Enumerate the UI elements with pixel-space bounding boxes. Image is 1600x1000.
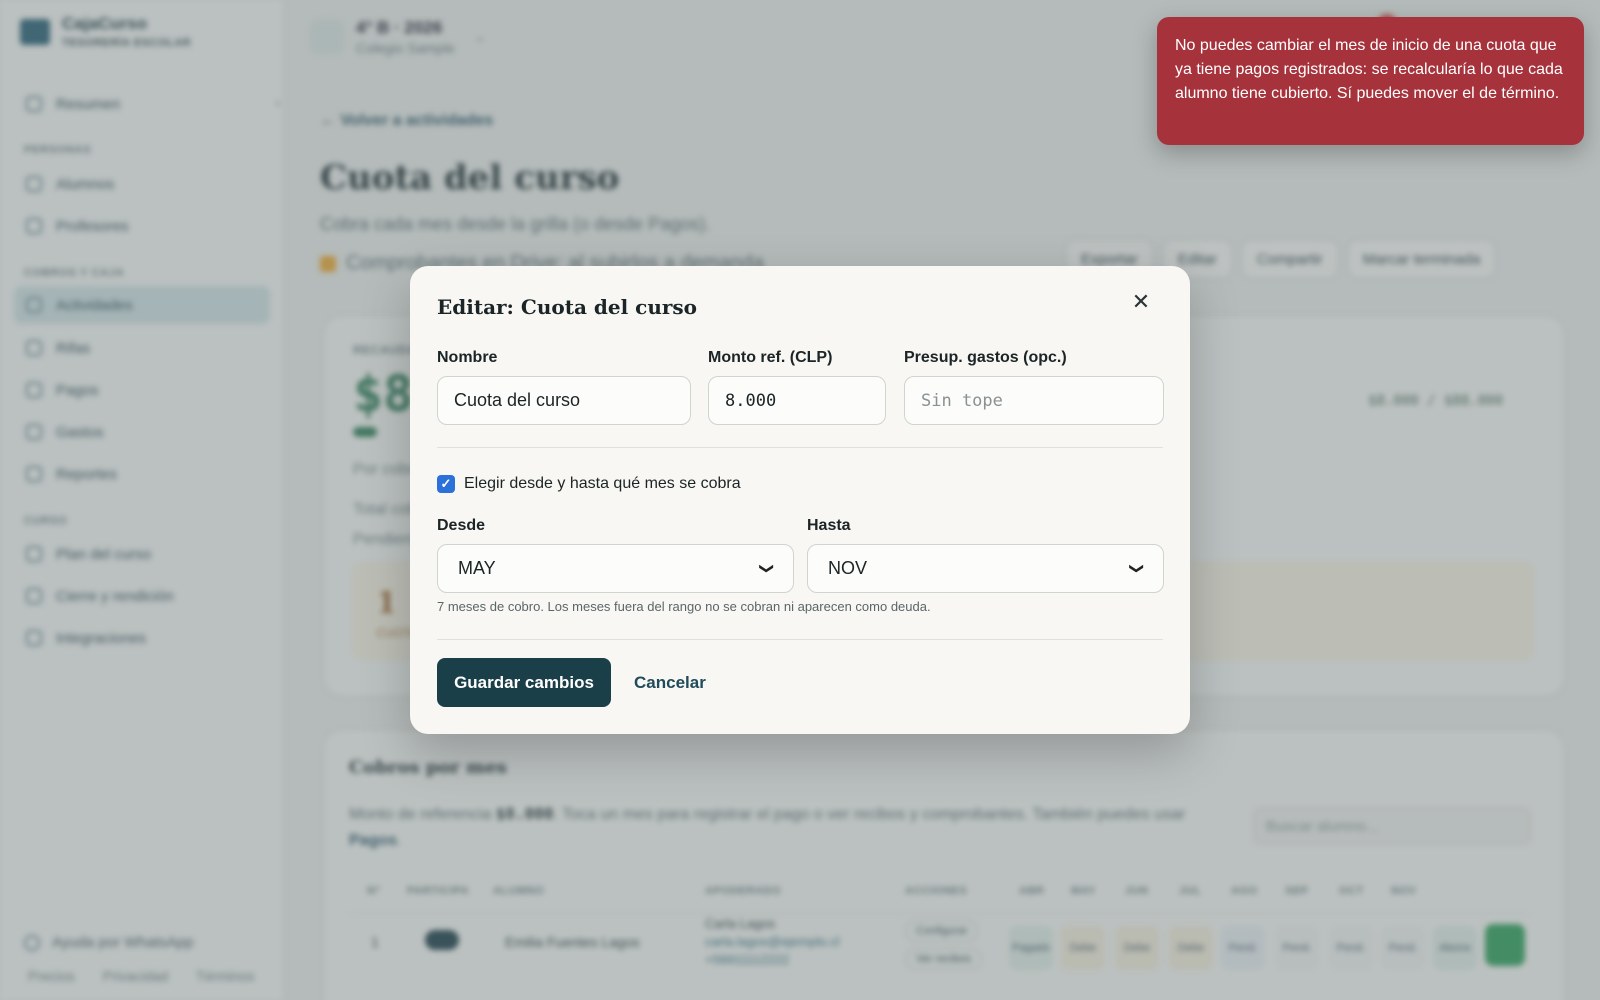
- modal-title: Editar: Cuota del curso: [437, 295, 697, 319]
- chevron-down-icon: ❯: [1129, 562, 1146, 575]
- chevron-down-icon: ❯: [759, 562, 776, 575]
- name-input[interactable]: [437, 376, 691, 425]
- error-toast: No puedes cambiar el mes de inicio de un…: [1157, 17, 1584, 145]
- from-month-select[interactable]: MAY ❯: [437, 544, 794, 593]
- divider: [437, 447, 1163, 448]
- budget-label: Presup. gastos (opc.): [904, 349, 1067, 366]
- cancel-button[interactable]: Cancelar: [618, 658, 722, 707]
- amount-input[interactable]: [708, 376, 886, 425]
- range-hint: 7 meses de cobro. Los meses fuera del ra…: [437, 599, 931, 614]
- month-range-checkbox-row[interactable]: ✓ Elegir desde y hasta qué mes se cobra: [437, 475, 741, 493]
- to-month-select[interactable]: NOV ❯: [807, 544, 1164, 593]
- from-label: Desde: [437, 517, 486, 534]
- amount-label: Monto ref. (CLP): [708, 349, 833, 366]
- close-icon[interactable]: ✕: [1125, 286, 1157, 318]
- name-label: Nombre: [437, 349, 498, 366]
- month-range-checkbox-label[interactable]: Elegir desde y hasta qué mes se cobra: [464, 475, 741, 493]
- save-button[interactable]: Guardar cambios: [437, 658, 611, 707]
- to-month-value: NOV: [828, 558, 868, 578]
- edit-modal: Editar: Cuota del curso ✕ Nombre Monto r…: [410, 266, 1190, 734]
- budget-input[interactable]: [904, 376, 1164, 425]
- divider: [437, 639, 1163, 640]
- to-label: Hasta: [807, 517, 851, 534]
- from-month-value: MAY: [458, 558, 496, 578]
- checkbox-checked-icon[interactable]: ✓: [437, 475, 455, 493]
